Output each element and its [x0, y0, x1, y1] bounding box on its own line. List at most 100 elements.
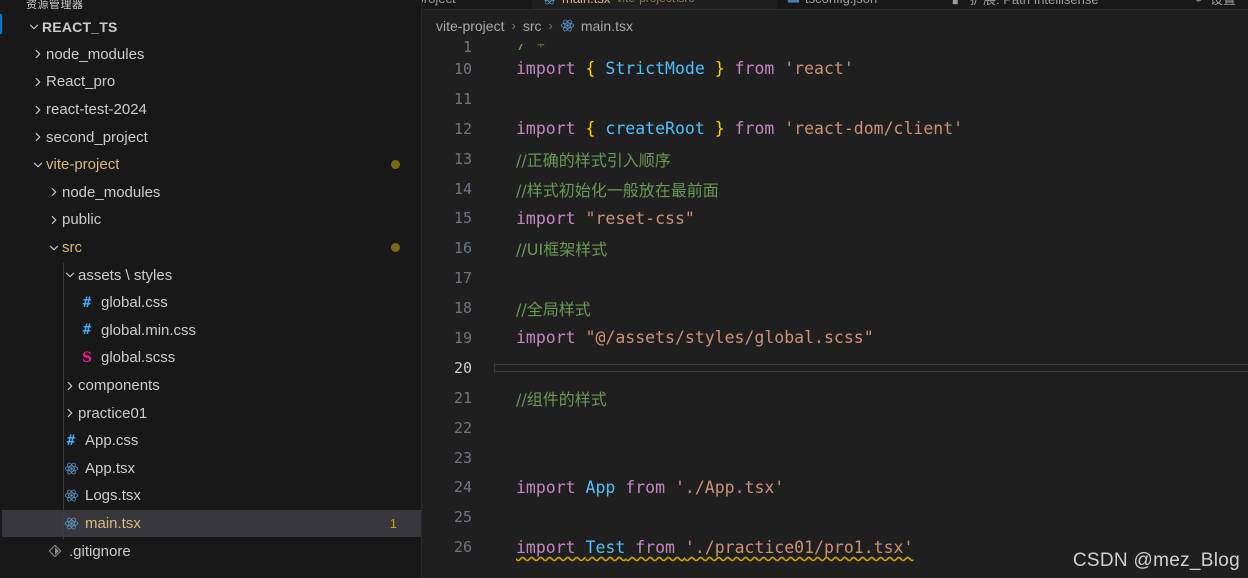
- breadcrumb-separator-icon: ›: [548, 18, 553, 33]
- code-token: {: [585, 59, 606, 79]
- breadcrumb-segment-label: main.tsx: [580, 17, 633, 34]
- watermark-text: CSDN @mez_Blog: [1072, 550, 1240, 571]
- editor-area: vite-project main.tsx vite-project\src tsco…: [422, 0, 1248, 578]
- chevron-right-icon[interactable]: [30, 46, 46, 62]
- code-line-22[interactable]: 22: [422, 413, 1248, 443]
- editor-tab-设置[interactable]: 设置: [1182, 0, 1248, 9]
- code-token: './App.tsx': [674, 477, 785, 497]
- code-line-19[interactable]: 19 import "@/assets/styles/global.scss": [422, 323, 1248, 353]
- code-line-10[interactable]: 10 import { StrictMode } from 'react': [422, 54, 1248, 84]
- code-token: //样式初始化一般放在最前面: [516, 180, 719, 200]
- tree-file-app-tsx[interactable]: App.tsx: [2, 455, 421, 483]
- tree-folder-public[interactable]: public: [2, 206, 421, 234]
- code-token: from: [724, 119, 785, 139]
- tree-item-label: vite-project: [46, 156, 120, 174]
- code-token: //正确的样式引入顺序: [516, 150, 671, 170]
- tree-item-label: practice01: [78, 404, 148, 422]
- code-token: createRoot: [605, 119, 705, 139]
- code-line-24[interactable]: 24 import App from './App.tsx': [422, 472, 1248, 502]
- editor-tab-main-tsx[interactable]: main.tsx vite-project\src: [532, 0, 777, 9]
- tree-folder-src[interactable]: src: [2, 234, 421, 262]
- tree-folder-node_modules[interactable]: node_modules: [2, 179, 421, 207]
- chevron-down-icon[interactable]: [30, 157, 46, 173]
- tree-folder-react-test-2024[interactable]: react-test-2024: [2, 96, 421, 124]
- code-line-1[interactable]: 1 / *: [422, 40, 1248, 55]
- breadcrumb-segment-0[interactable]: vite-project: [436, 18, 504, 34]
- extension-icon: [952, 0, 965, 5]
- line-number: 10: [453, 59, 472, 78]
- breadcrumb-segment-2[interactable]: main.tsx: [560, 18, 633, 34]
- tree-item-label: global.min.css: [101, 321, 197, 339]
- line-number: 19: [453, 328, 472, 347]
- editor-tab-扩展-path-intellisense[interactable]: 扩展: Path Intellisense: [942, 0, 1182, 9]
- tree-item-label: React_pro: [46, 73, 116, 91]
- tree-item-label: src: [62, 239, 82, 257]
- json-icon: [787, 0, 800, 5]
- chevron-right-icon[interactable]: [30, 102, 46, 118]
- css-hash-icon: #: [66, 432, 76, 449]
- tree-file-main-tsx[interactable]: main.tsx 1: [2, 509, 421, 538]
- code-token: //UI框架样式: [516, 240, 608, 260]
- react-icon: [62, 461, 80, 476]
- tree-folder-assets-styles[interactable]: assets \ styles: [2, 261, 421, 289]
- tree-folder-components[interactable]: components: [2, 372, 421, 400]
- code-line-17[interactable]: 17: [422, 263, 1248, 293]
- code-line-23[interactable]: 23: [422, 443, 1248, 473]
- breadcrumb-segment-1[interactable]: src: [523, 18, 542, 34]
- tree-file-global-css[interactable]: # global.css: [2, 289, 421, 317]
- chevron-down-icon[interactable]: [62, 267, 78, 283]
- code-line-18[interactable]: 18 //全局样式: [422, 293, 1248, 323]
- code-line-15[interactable]: 15 import "reset-css": [422, 203, 1248, 233]
- vscode-window: 资源管理器 REACT_TS node_modules React_pro reac…: [0, 0, 1248, 578]
- code-token: }: [704, 59, 725, 79]
- tree-item-label: public: [62, 211, 102, 229]
- code-token: from: [615, 477, 675, 497]
- code-line-13[interactable]: 13 //正确的样式引入顺序: [422, 144, 1248, 174]
- line-number: 26: [453, 538, 472, 557]
- code-line-21[interactable]: 21 //组件的样式: [422, 383, 1248, 413]
- code-token: App: [585, 477, 616, 497]
- editor-tab-tsconfig-json[interactable]: tsconfig.json: [777, 0, 942, 9]
- line-number: 17: [453, 269, 472, 288]
- line-number: 15: [453, 209, 472, 228]
- tree-folder-node_modules[interactable]: node_modules: [2, 41, 421, 69]
- tree-root-react-ts[interactable]: REACT_TS: [2, 13, 421, 41]
- chevron-down-icon[interactable]: [26, 19, 42, 35]
- line-number: 25: [453, 508, 472, 527]
- tree-folder-vite-project[interactable]: vite-project: [2, 151, 421, 179]
- tree-folder-react_pro[interactable]: React_pro: [2, 68, 421, 96]
- editor-tab-label: vite-project: [422, 0, 456, 6]
- breadcrumb[interactable]: vite-project › src › main.tsx: [422, 10, 1248, 41]
- code-line-11[interactable]: 11: [422, 84, 1248, 114]
- code-line-20[interactable]: 20: [422, 353, 1248, 383]
- chevron-right-icon[interactable]: [62, 405, 78, 421]
- tree-item-label: node_modules: [62, 183, 161, 201]
- chevron-right-icon[interactable]: [30, 129, 46, 145]
- tree-file-app-css[interactable]: # App.css: [2, 427, 421, 455]
- code-token: //组件的样式: [516, 389, 607, 409]
- code-line-12[interactable]: 12 import { createRoot } from 'react-dom/…: [422, 114, 1248, 144]
- tree-folder-practice01[interactable]: practice01: [2, 399, 421, 427]
- breadcrumb-separator-icon: ›: [511, 18, 516, 33]
- tree-folder-second_project[interactable]: second_project: [2, 123, 421, 151]
- editor-tab-bar[interactable]: vite-project main.tsx vite-project\src tsco…: [422, 0, 1248, 10]
- file-tree[interactable]: REACT_TS node_modules React_pro react-test…: [2, 9, 421, 565]
- editor-tab-vite-project[interactable]: vite-project: [422, 0, 532, 9]
- tree-file-global-min-css[interactable]: # global.min.css: [2, 317, 421, 345]
- chevron-right-icon[interactable]: [46, 184, 62, 200]
- code-line-16[interactable]: 16 //UI框架样式: [422, 233, 1248, 263]
- code-line-25[interactable]: 25: [422, 502, 1248, 532]
- code-line-14[interactable]: 14 //样式初始化一般放在最前面: [422, 174, 1248, 204]
- editor-tab-label: 设置: [1210, 0, 1236, 8]
- chevron-right-icon[interactable]: [30, 74, 46, 90]
- code-editor[interactable]: 1 / * 10 import { StrictMode } from 'react'…: [422, 40, 1248, 578]
- chevron-down-icon[interactable]: [46, 240, 62, 256]
- tree-file-global-scss[interactable]: Sglobal.scss: [2, 344, 421, 372]
- code-token: / *: [516, 44, 546, 50]
- tree-file-logs-tsx[interactable]: Logs.tsx: [2, 482, 421, 510]
- tree-file--gitignore[interactable]: .gitignore: [2, 537, 421, 565]
- code-token: }: [704, 119, 725, 139]
- breadcrumb-segment-label: vite-project: [436, 17, 505, 34]
- chevron-right-icon[interactable]: [62, 378, 78, 394]
- chevron-right-icon[interactable]: [46, 212, 62, 228]
